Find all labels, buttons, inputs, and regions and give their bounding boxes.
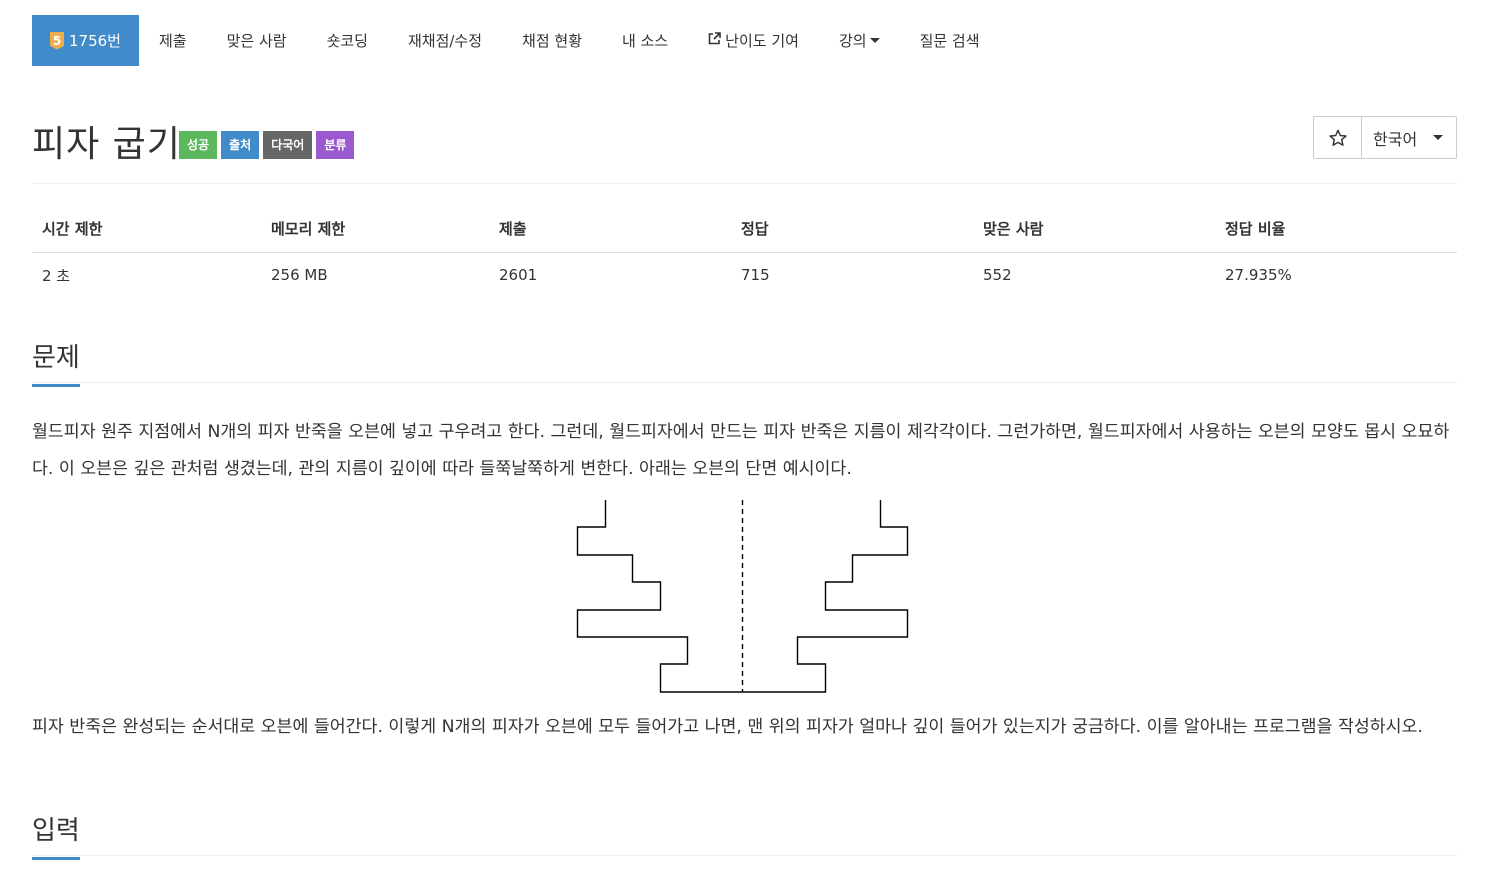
label-category[interactable]: 분류	[316, 131, 355, 159]
table-row: 2 초 256 MB 2601 715 552 27.935%	[32, 252, 1457, 298]
header-submissions: 제출	[489, 206, 731, 253]
label-success[interactable]: 성공	[179, 131, 218, 159]
oven-cross-section-diagram	[576, 500, 909, 693]
favorite-button[interactable]	[1314, 117, 1362, 158]
section-divider	[32, 855, 1457, 856]
section-divider	[32, 382, 1457, 383]
nav-difficulty-contribution[interactable]: 난이도 기여	[688, 15, 819, 66]
title-divider	[32, 183, 1457, 184]
problem-actions: 한국어	[1313, 116, 1457, 159]
header-time-limit: 시간 제한	[32, 206, 261, 253]
star-icon	[1328, 129, 1347, 146]
external-link-icon	[708, 32, 721, 49]
nav-question-search[interactable]: 질문 검색	[900, 15, 1000, 66]
page-title: 피자 굽기	[32, 124, 181, 165]
submissions-value: 2601	[499, 266, 538, 284]
header-memory-limit: 메모리 제한	[261, 206, 489, 253]
label-multilingual[interactable]: 다국어	[263, 131, 313, 159]
header-accepted-users: 맞은 사람	[973, 206, 1215, 253]
label-source[interactable]: 출처	[221, 131, 260, 159]
nav-rejudge[interactable]: 재채점/수정	[388, 15, 502, 66]
lecture-label: 강의	[838, 32, 867, 50]
problem-section-header: 문제	[32, 337, 1457, 387]
time-limit-value: 2 초	[42, 266, 71, 285]
nav-my-source[interactable]: 내 소스	[602, 15, 688, 66]
nav-short-coding[interactable]: 숏코딩	[307, 15, 388, 66]
caret-down-icon	[1433, 135, 1444, 140]
language-select-button[interactable]: 한국어	[1362, 117, 1456, 158]
title-row: 피자 굽기 성공 출처 다국어 분류 한국어	[32, 112, 1457, 182]
problem-stats-table: 시간 제한 메모리 제한 제출 정답 맞은 사람 정답 비율 2 초 256 M…	[32, 206, 1457, 298]
problem-heading: 문제	[32, 337, 80, 387]
accepted-users-value: 552	[983, 266, 1012, 284]
memory-limit-value: 256 MB	[271, 266, 328, 284]
header-correct-ratio: 정답 비율	[1215, 206, 1457, 253]
correct-value: 715	[741, 266, 770, 284]
tier-badge-icon: 5	[50, 31, 64, 50]
problem-labels: 성공 출처 다국어 분류	[179, 131, 355, 159]
problem-nav: 5 1756번 제출 맞은 사람 숏코딩 재채점/수정 채점 현황 내 소스 난…	[32, 15, 1000, 66]
input-heading: 입력	[32, 810, 80, 860]
nav-accepted-users[interactable]: 맞은 사람	[207, 15, 307, 66]
correct-ratio-value: 27.935%	[1225, 266, 1292, 284]
caret-down-icon	[869, 38, 880, 43]
language-label: 한국어	[1373, 129, 1418, 149]
nav-lecture-dropdown[interactable]: 강의	[819, 15, 900, 66]
difficulty-contribution-label: 난이도 기여	[725, 32, 799, 50]
input-section-header: 입력	[32, 810, 1457, 860]
nav-submit[interactable]: 제출	[139, 15, 207, 66]
table-header-row: 시간 제한 메모리 제한 제출 정답 맞은 사람 정답 비율	[32, 206, 1457, 253]
problem-description-2: 피자 반죽은 완성되는 순서대로 오븐에 들어간다. 이렇게 N개의 피자가 오…	[32, 717, 1423, 737]
problem-description-1: 월드피자 원주 지점에서 N개의 피자 반죽을 오븐에 넣고 구우려고 한다. …	[32, 422, 1450, 479]
header-correct: 정답	[731, 206, 973, 253]
problem-number-label: 1756번	[69, 32, 121, 50]
nav-problem-number[interactable]: 5 1756번	[32, 15, 139, 66]
nav-status[interactable]: 채점 현황	[502, 15, 602, 66]
